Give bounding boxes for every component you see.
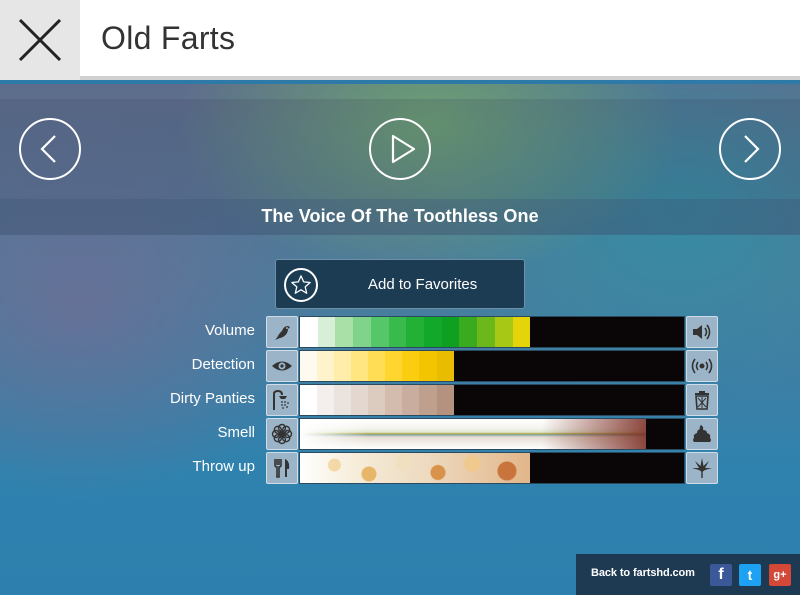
rating-bar-dirty-panties [299, 384, 685, 416]
back-to-site-link[interactable]: Back to fartshd.com [591, 567, 695, 579]
play-icon [391, 134, 416, 164]
rating-bar-throw-up [299, 452, 685, 484]
sound-title: The Voice Of The Toothless One [261, 206, 539, 226]
rating-label-dirty-panties: Dirty Panties [169, 390, 255, 407]
rating-label-detection: Detection [191, 356, 255, 373]
trash-can-icon [686, 384, 718, 416]
fork-knife-icon [266, 452, 298, 484]
google-plus-button[interactable]: g+ [769, 564, 791, 586]
rating-label-volume: Volume [204, 322, 255, 339]
broadcast-icon [686, 350, 718, 382]
close-icon [18, 18, 62, 62]
rating-bar-smell [299, 418, 685, 450]
previous-button[interactable] [19, 118, 81, 180]
shower-icon [266, 384, 298, 416]
next-button[interactable] [719, 118, 781, 180]
flower-icon [266, 418, 298, 450]
rating-label-smell: Smell [217, 424, 255, 441]
star-icon-circle [284, 268, 318, 302]
rating-fill-dirty-panties [300, 385, 454, 415]
rating-label-throw-up: Throw up [192, 458, 255, 475]
facebook-button[interactable]: f [710, 564, 732, 586]
bird-icon [266, 316, 298, 348]
footer-bar: Back to fartshd.com f t g+ [576, 554, 800, 595]
rating-fill-throw-up [300, 453, 531, 483]
favorites-label: Add to Favorites [368, 276, 478, 293]
rating-fill-smell [300, 419, 646, 449]
top-bar: Old Farts [0, 0, 800, 80]
chevron-right-icon [744, 135, 760, 163]
poop-icon [686, 418, 718, 450]
twitter-button[interactable]: t [739, 564, 761, 586]
star-icon [291, 275, 311, 294]
add-to-favorites-button[interactable]: Add to Favorites [275, 259, 525, 309]
speaker-icon [686, 316, 718, 348]
chevron-left-icon [40, 135, 56, 163]
rating-fill-detection [300, 351, 454, 381]
rating-fill-volume [300, 317, 531, 347]
rating-bar-volume [299, 316, 685, 348]
close-button[interactable] [0, 0, 80, 80]
cannabis-leaf-icon [686, 452, 718, 484]
page-title: Old Farts [101, 20, 236, 56]
play-button[interactable] [369, 118, 431, 180]
rating-bar-detection [299, 350, 685, 382]
eye-icon [266, 350, 298, 382]
